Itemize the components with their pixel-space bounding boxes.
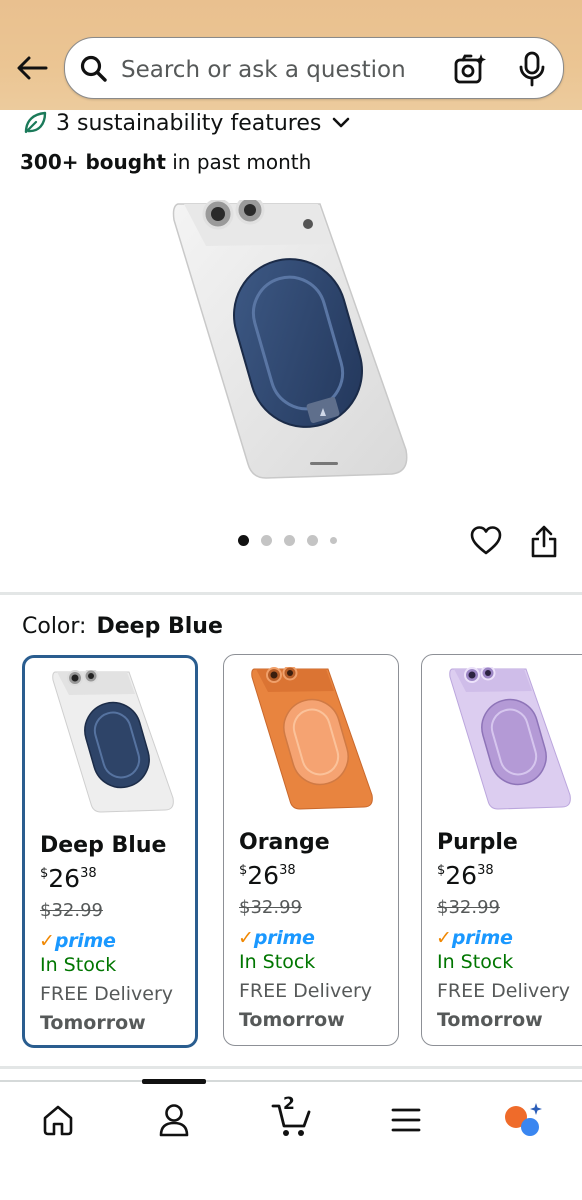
nav-home[interactable] — [38, 1100, 78, 1140]
variant-name: Deep Blue — [40, 833, 167, 858]
prime-word: prime — [54, 930, 116, 952]
delivery-day: Tomorrow — [239, 1009, 345, 1031]
heart-icon[interactable] — [470, 525, 502, 557]
variant-price: $2638 — [437, 861, 494, 890]
prime-word: prime — [253, 927, 315, 949]
search-bar[interactable]: Search or ask a question — [64, 37, 564, 99]
price-whole: 26 — [48, 864, 81, 893]
share-icon[interactable] — [530, 524, 558, 558]
section-divider — [0, 592, 582, 595]
color-label: Color: — [22, 614, 87, 639]
price-fraction: 38 — [80, 866, 97, 881]
prime-word: prime — [451, 927, 513, 949]
purchase-count-rest: in past month — [165, 150, 312, 174]
price-symbol: $ — [239, 863, 248, 878]
sustainability-label: 3 sustainability features — [56, 110, 322, 136]
account-icon — [159, 1104, 189, 1137]
variant-name: Orange — [239, 830, 330, 855]
list-price: $32.99 — [40, 900, 103, 921]
variant-price: $2638 — [239, 861, 296, 890]
color-label-row: Color: Deep Blue — [22, 614, 223, 639]
carousel-dot[interactable] — [284, 535, 295, 546]
delivery-day: Tomorrow — [437, 1009, 543, 1031]
purchase-count-bold: 300+ bought — [20, 150, 166, 174]
color-option-orange[interactable]: Orange $2638 $32.99 ✓ prime In Stock FREE… — [223, 654, 399, 1046]
prime-badge: ✓ prime — [39, 930, 116, 952]
stock-status: In Stock — [239, 951, 316, 973]
nav-account[interactable] — [154, 1100, 194, 1140]
price-fraction: 38 — [477, 863, 494, 878]
rufus-icon — [505, 1103, 542, 1136]
menu-icon — [391, 1108, 421, 1132]
stock-status: In Stock — [40, 954, 117, 976]
list-price: $32.99 — [437, 897, 500, 918]
image-carousel-indicator — [238, 535, 337, 546]
section-divider — [0, 1066, 582, 1069]
variant-price: $2638 — [40, 864, 97, 893]
color-option-purple[interactable]: Purple $2638 $32.99 ✓ prime In Stock FREE… — [421, 654, 582, 1046]
price-fraction: 38 — [279, 863, 296, 878]
leaf-icon — [24, 111, 47, 134]
nav-rufus[interactable] — [502, 1100, 542, 1140]
price-whole: 26 — [247, 861, 280, 890]
prime-badge: ✓ prime — [436, 927, 513, 949]
carousel-dot[interactable] — [330, 537, 337, 544]
variant-image — [251, 667, 373, 810]
carousel-dot-active[interactable] — [238, 535, 249, 546]
carousel-dot[interactable] — [261, 535, 272, 546]
color-option-deep-blue[interactable]: Deep Blue $2638 $32.99 ✓ prime In Stock F… — [22, 655, 198, 1048]
variant-image — [52, 670, 174, 813]
stock-status: In Stock — [437, 951, 514, 973]
back-button[interactable] — [12, 50, 52, 86]
list-price: $32.99 — [239, 897, 302, 918]
prime-badge: ✓ prime — [238, 927, 315, 949]
price-whole: 26 — [445, 861, 478, 890]
home-icon — [43, 1105, 73, 1136]
camera-lens-icon[interactable] — [453, 52, 487, 86]
product-image[interactable] — [170, 200, 410, 490]
prime-check-icon: ✓ — [238, 927, 254, 949]
price-symbol: $ — [437, 863, 446, 878]
bottom-navigation: 2 — [0, 1079, 582, 1200]
selected-color-value: Deep Blue — [96, 614, 223, 639]
prime-check-icon: ✓ — [436, 927, 452, 949]
carousel-dot[interactable] — [307, 535, 318, 546]
nav-menu[interactable] — [386, 1100, 426, 1140]
delivery-text: FREE Delivery — [437, 980, 571, 1002]
search-input[interactable]: Search or ask a question — [121, 57, 406, 83]
variant-name: Purple — [437, 830, 518, 855]
active-tab-indicator — [142, 1079, 206, 1084]
cart-count: 2 — [283, 1094, 295, 1114]
price-symbol: $ — [40, 866, 49, 881]
search-icon — [80, 55, 107, 82]
top-header: Search or ask a question — [0, 0, 582, 110]
microphone-icon[interactable] — [517, 51, 547, 87]
delivery-text: FREE Delivery — [40, 983, 174, 1005]
purchase-count-text: 300+ bought in past month — [20, 150, 311, 174]
chevron-down-icon — [333, 117, 350, 128]
delivery-day: Tomorrow — [40, 1012, 146, 1034]
variant-image — [449, 667, 571, 810]
prime-check-icon: ✓ — [39, 930, 55, 952]
sustainability-features-toggle[interactable]: 3 sustainability features — [22, 108, 351, 138]
back-arrow-icon — [17, 56, 48, 80]
nav-cart[interactable]: 2 — [270, 1094, 314, 1140]
delivery-text: FREE Delivery — [239, 980, 373, 1002]
